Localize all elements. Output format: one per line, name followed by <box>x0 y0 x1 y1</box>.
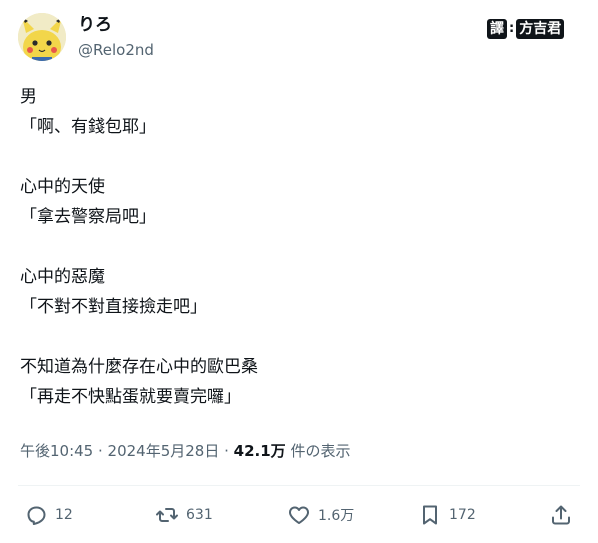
reply-count: 12 <box>55 507 73 523</box>
text-line: 不知道為什麼存在心中的歐巴桑 <box>20 357 258 377</box>
avatar-image <box>18 13 66 61</box>
paragraph: 心中的惡魔 「不對不對直接撿走吧」 <box>20 262 580 322</box>
retweet-count: 631 <box>186 507 213 523</box>
like-count: 1.6万 <box>318 508 355 524</box>
text-line: 「再走不快點蛋就要賣完囉」 <box>20 387 241 407</box>
tweet-date[interactable]: 2024年5月28日 <box>108 442 220 460</box>
tweet-text: 男 「啊、有錢包耶」 心中的天使 「拿去警察局吧」 心中的惡魔 「不對不對直接撿… <box>20 82 580 442</box>
share-icon <box>552 505 570 525</box>
paragraph: 男 「啊、有錢包耶」 <box>20 82 580 142</box>
text-line: 男 <box>20 87 37 107</box>
text-line: 「啊、有錢包耶」 <box>20 117 156 137</box>
tweet: りろ @Relo2nd 譯 : 方吉君 男 「啊、有錢包耶」 心中的天使 「拿去… <box>0 0 598 543</box>
avatar[interactable] <box>18 13 66 61</box>
like-button[interactable]: 1.6万 <box>287 501 354 529</box>
text-line: 「不對不對直接撿走吧」 <box>20 297 207 317</box>
translator-name: 方吉君 <box>516 19 565 39</box>
bookmark-icon <box>423 505 437 525</box>
text-line: 心中的惡魔 <box>20 267 105 287</box>
bookmark-count: 172 <box>449 507 476 523</box>
author-handle[interactable]: @Relo2nd <box>78 40 154 60</box>
tweet-time[interactable]: 午後10:45 <box>20 442 93 460</box>
meta-separator: · <box>93 442 108 460</box>
view-count: 42.1万 <box>233 442 286 460</box>
share-button[interactable] <box>549 501 573 529</box>
divider <box>18 485 580 486</box>
tweet-meta: 午後10:45 · 2024年5月28日 · 42.1万 件の表示 <box>20 440 350 462</box>
paragraph: 心中的天使 「拿去警察局吧」 <box>20 172 580 232</box>
paragraph: 不知道為什麼存在心中的歐巴桑 「再走不快點蛋就要賣完囉」 <box>20 352 580 412</box>
reply-icon <box>27 506 46 525</box>
reply-button[interactable]: 12 <box>24 501 73 529</box>
retweet-icon <box>156 508 178 522</box>
translator-colon: : <box>509 21 515 36</box>
text-line: 心中的天使 <box>20 177 105 197</box>
text-line: 「拿去警察局吧」 <box>20 207 156 227</box>
translator-badge: 譯 : 方吉君 <box>487 19 565 39</box>
view-label: 件の表示 <box>285 442 351 460</box>
meta-separator: · <box>219 442 234 460</box>
heart-icon <box>289 506 309 524</box>
translator-label: 譯 <box>487 19 507 39</box>
retweet-button[interactable]: 631 <box>155 501 213 529</box>
bookmark-button[interactable]: 172 <box>418 501 476 529</box>
author-name[interactable]: りろ <box>78 14 112 36</box>
